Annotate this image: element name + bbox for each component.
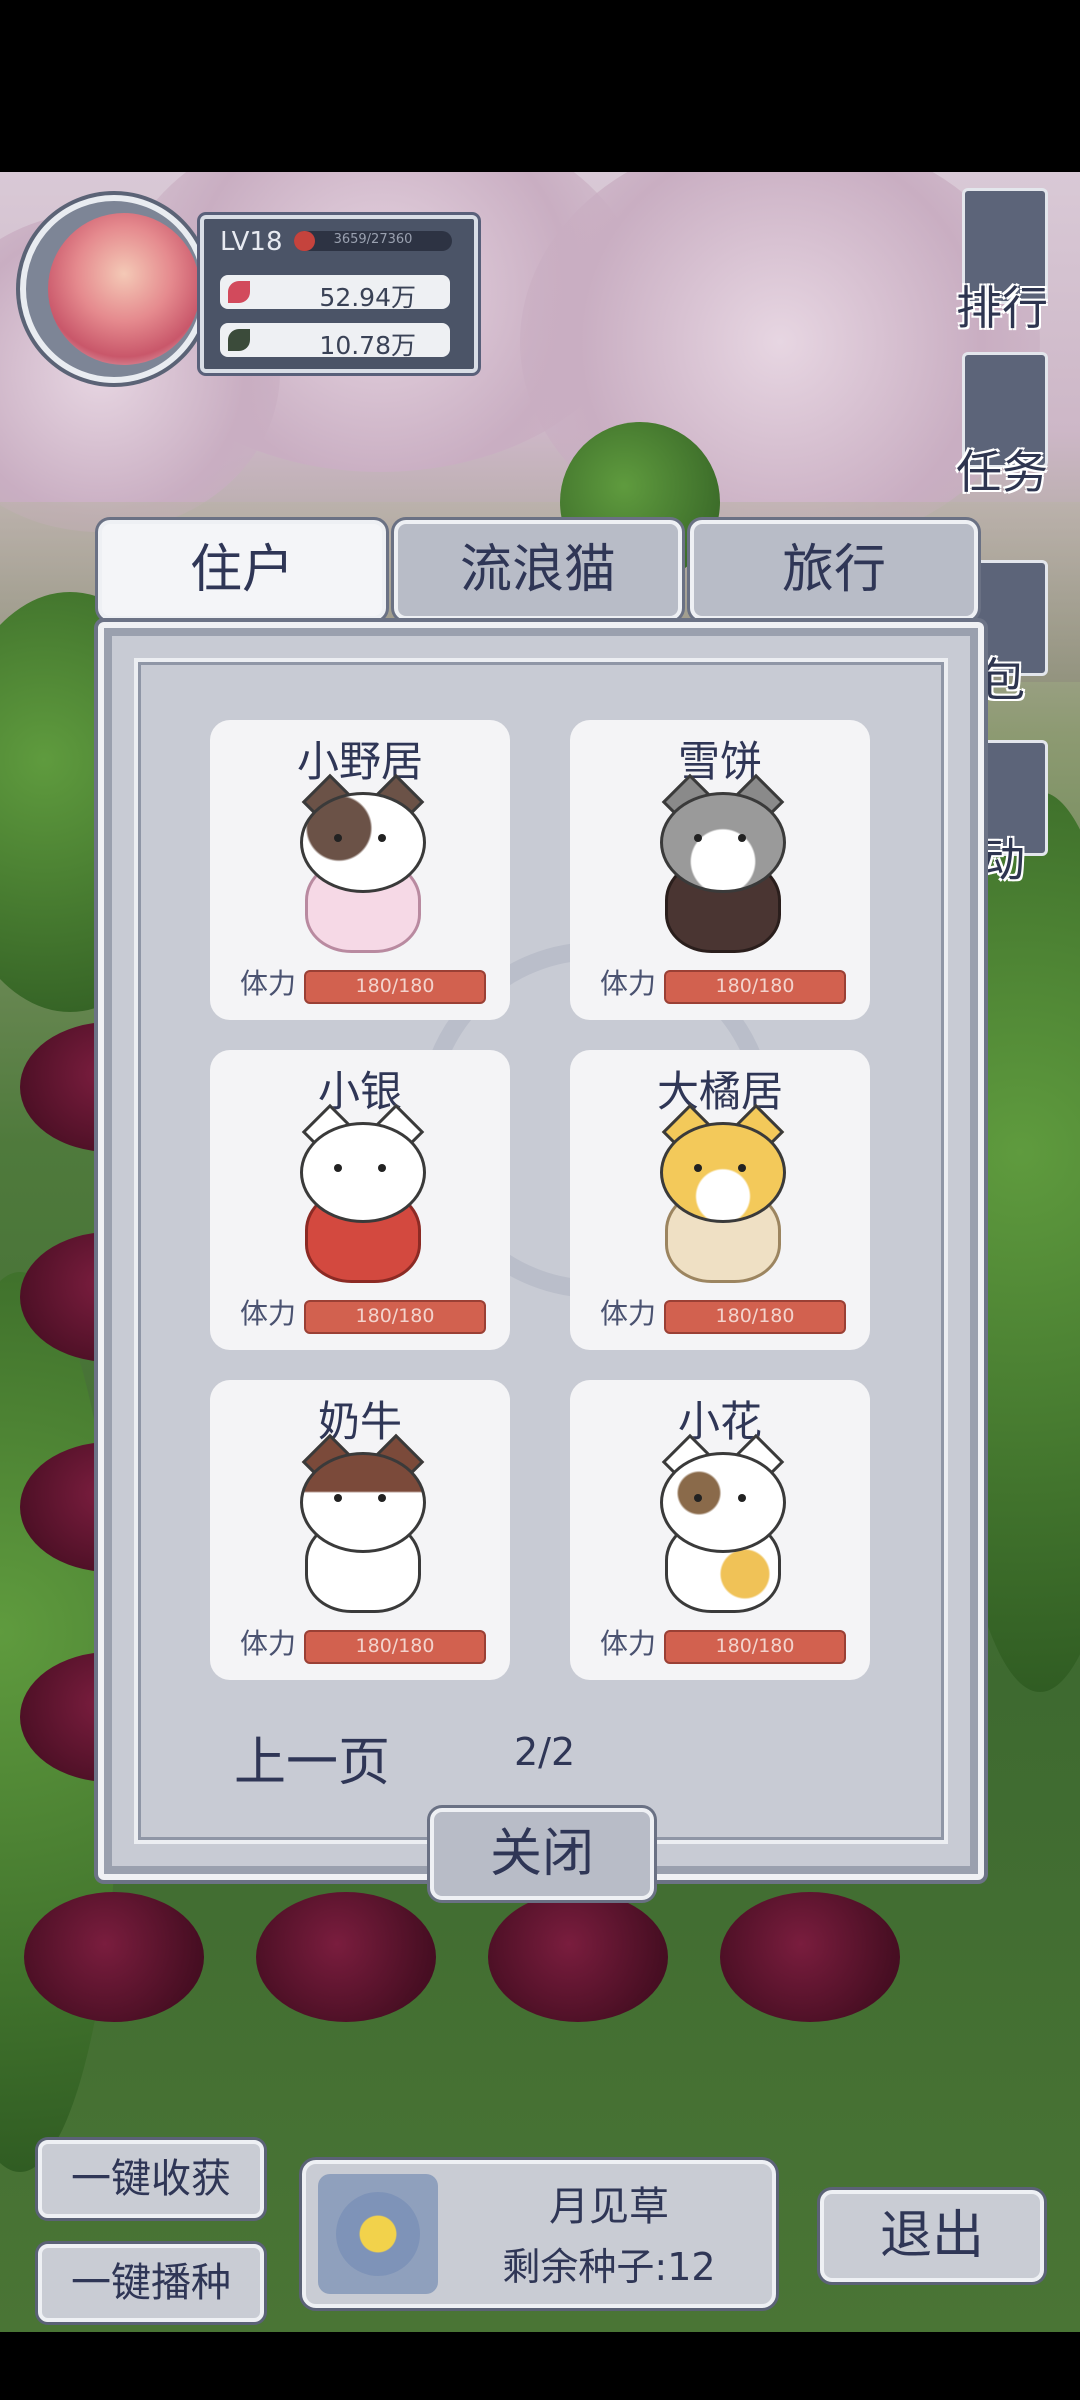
cat-portrait: [270, 773, 450, 953]
stamina-value: 180/180: [715, 975, 795, 997]
tab-stray-cats[interactable]: 流浪猫: [394, 520, 682, 620]
farm-plot[interactable]: [256, 1892, 436, 2022]
close-button[interactable]: 关闭: [430, 1808, 654, 1900]
stamina-value: 180/180: [715, 1305, 795, 1327]
stamina-value: 180/180: [355, 975, 435, 997]
resource-coins-value: 52.94万: [319, 283, 416, 312]
player-level: LV18: [220, 227, 283, 257]
leaf-icon: [228, 329, 250, 351]
cat-portrait: [630, 1103, 810, 1283]
cat-card[interactable]: 奶牛 体力 180/180: [210, 1380, 510, 1680]
ranking-label: 排行: [956, 281, 1048, 335]
seed-name: 月见草: [549, 2184, 669, 2230]
cat-portrait: [270, 1433, 450, 1613]
stamina-bar: 180/180: [666, 1302, 844, 1332]
cat-card[interactable]: 大橘居 体力 180/180: [570, 1050, 870, 1350]
stamina-label: 体力: [240, 1297, 297, 1330]
page-indicator: 2/2: [514, 1730, 576, 1774]
player-info-panel: LV18 3659/27360 52.94万 10.78万: [10, 195, 478, 383]
stamina-bar: 180/180: [666, 1632, 844, 1662]
ranking-button[interactable]: 排行: [932, 188, 1072, 338]
stamina-bar: 180/180: [306, 972, 484, 1002]
cat-card[interactable]: 小花 体力 180/180: [570, 1380, 870, 1680]
resource-coins: 52.94万: [220, 275, 450, 312]
exp-text: 3659/27360: [333, 232, 413, 247]
stamina-label: 体力: [240, 1627, 297, 1660]
stamina-value: 180/180: [355, 1305, 435, 1327]
cat-name: 小野居: [296, 737, 423, 786]
exit-button[interactable]: 退出: [820, 2190, 1044, 2282]
harvest-all-button[interactable]: 一键收获: [38, 2140, 264, 2218]
farm-plot[interactable]: [24, 1892, 204, 2022]
farm-plot[interactable]: [720, 1892, 900, 2022]
cat-name: 小花: [677, 1397, 762, 1446]
resource-leaves: 10.78万: [220, 323, 450, 360]
cat-name: 大橘居: [656, 1067, 783, 1116]
cat-portrait: [270, 1103, 450, 1283]
seed-remaining: 剩余种子:12: [502, 2245, 716, 2289]
prev-page-button[interactable]: 上一页: [234, 1720, 390, 1795]
sow-all-button[interactable]: 一键播种: [38, 2244, 264, 2322]
tab-residents[interactable]: 住户: [98, 520, 386, 620]
resource-leaves-value: 10.78万: [319, 331, 416, 360]
cat-card[interactable]: 小野居 体力 180/180: [210, 720, 510, 1020]
tab-travel[interactable]: 旅行: [690, 520, 978, 620]
stamina-bar: 180/180: [666, 972, 844, 1002]
cat-name: 奶牛: [317, 1397, 402, 1446]
exp-bar: 3659/27360: [294, 231, 452, 251]
cat-name: 雪饼: [677, 737, 762, 786]
cat-name: 小银: [317, 1067, 402, 1116]
tasks-button[interactable]: 任务: [932, 352, 1072, 502]
stamina-bar: 180/180: [306, 1632, 484, 1662]
cat-portrait: [630, 773, 810, 953]
cat-card[interactable]: 小银 体力 180/180: [210, 1050, 510, 1350]
stamina-value: 180/180: [715, 1635, 795, 1657]
stamina-value: 180/180: [355, 1635, 435, 1657]
avatar[interactable]: [48, 213, 200, 365]
cat-portrait: [630, 1433, 810, 1613]
stamina-bar: 180/180: [306, 1302, 484, 1332]
seed-bag-icon: [318, 2174, 438, 2294]
avatar-frame[interactable]: [20, 195, 208, 383]
farm-plot[interactable]: [488, 1892, 668, 2022]
stamina-label: 体力: [600, 1297, 657, 1330]
petal-icon: [228, 281, 250, 303]
seed-selector[interactable]: 月见草 剩余种子:12: [302, 2160, 776, 2308]
stamina-label: 体力: [600, 1627, 657, 1660]
tasks-label: 任务: [956, 445, 1048, 499]
stamina-label: 体力: [600, 967, 657, 1000]
player-stats: LV18 3659/27360 52.94万 10.78万: [200, 215, 478, 373]
stamina-label: 体力: [240, 967, 297, 1000]
cat-card[interactable]: 雪饼 体力 180/180: [570, 720, 870, 1020]
